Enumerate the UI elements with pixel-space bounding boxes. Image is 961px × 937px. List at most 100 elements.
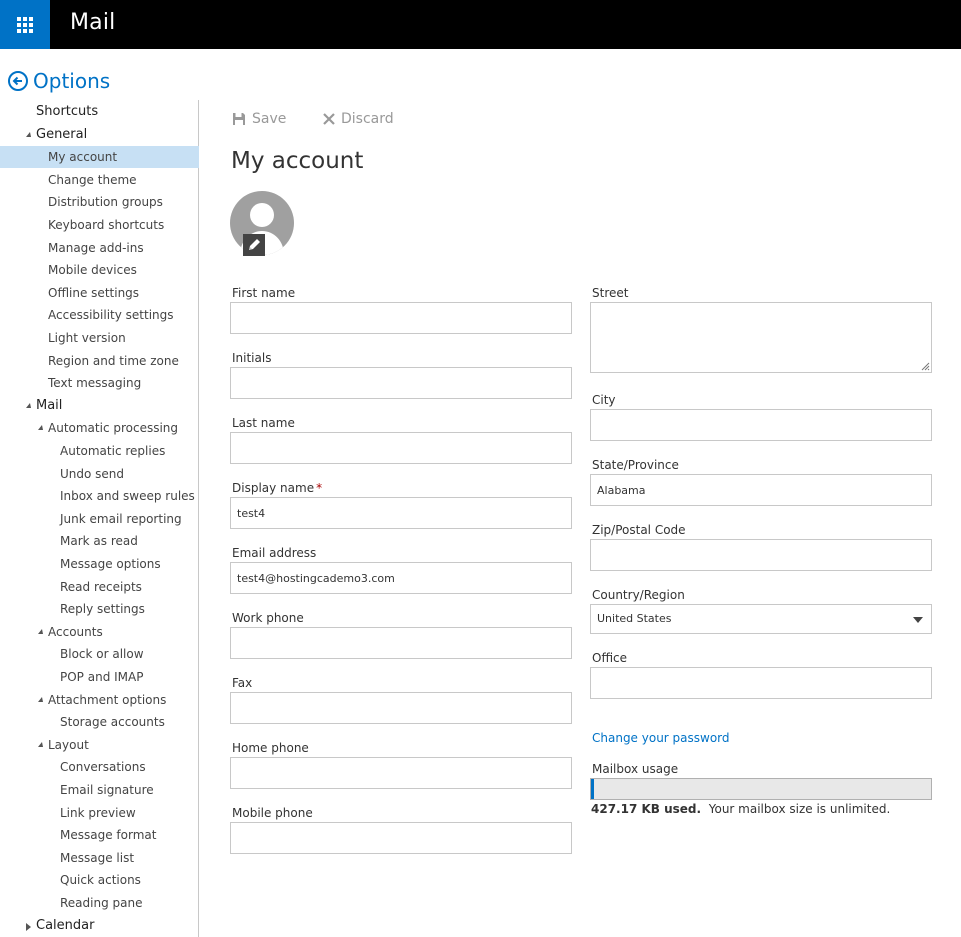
sidebar-item-label: Light version bbox=[48, 331, 126, 345]
page-title: My account bbox=[231, 148, 364, 174]
fax-input[interactable] bbox=[230, 692, 572, 724]
city-label: City bbox=[592, 393, 616, 407]
work-phone-label: Work phone bbox=[232, 611, 304, 625]
state-label: State/Province bbox=[592, 458, 679, 472]
country-label: Country/Region bbox=[592, 588, 685, 602]
save-button[interactable]: Save bbox=[232, 111, 286, 127]
street-input[interactable] bbox=[590, 302, 932, 373]
sidebar-item-mail[interactable]: Mail bbox=[0, 395, 199, 417]
sidebar-item-keyboard-shortcuts[interactable]: Keyboard shortcuts bbox=[0, 214, 199, 236]
sidebar-item-change-theme[interactable]: Change theme bbox=[0, 169, 199, 191]
initials-input[interactable] bbox=[230, 367, 572, 399]
sidebar-item-label: Reply settings bbox=[60, 602, 145, 617]
email-input[interactable] bbox=[230, 562, 572, 594]
work-phone-input[interactable] bbox=[230, 627, 572, 659]
sidebar-item-label: Automatic replies bbox=[60, 444, 166, 458]
sidebar-item-text-messaging[interactable]: Text messaging bbox=[0, 372, 199, 394]
sidebar-item-inbox-and-sweep-rules[interactable]: Inbox and sweep rules bbox=[0, 485, 199, 507]
sidebar-item-automatic-replies[interactable]: Automatic replies bbox=[0, 440, 199, 462]
mailbox-usage-label: Mailbox usage bbox=[592, 762, 679, 776]
mailbox-usage-fill bbox=[591, 779, 594, 799]
sidebar-item-label: Shortcuts bbox=[36, 104, 99, 119]
sidebar-item-shortcuts[interactable]: Shortcuts bbox=[0, 101, 199, 123]
sidebar-item-label: Layout bbox=[48, 737, 89, 752]
sidebar-item-label: Quick actions bbox=[60, 873, 141, 888]
caret-expanded-icon[interactable] bbox=[38, 425, 43, 431]
sidebar-item-junk-email-reporting[interactable]: Junk email reporting bbox=[0, 508, 199, 530]
sidebar-item-label: Email signature bbox=[60, 783, 154, 797]
state-input[interactable] bbox=[590, 474, 932, 506]
sidebar-item-general[interactable]: General bbox=[0, 124, 199, 146]
sidebar-item-message-list[interactable]: Message list bbox=[0, 847, 199, 869]
sidebar-item-offline-settings[interactable]: Offline settings bbox=[0, 282, 199, 304]
caret-expanded-icon[interactable] bbox=[26, 131, 31, 137]
email-label: Email address bbox=[232, 546, 317, 560]
sidebar-item-read-receipts[interactable]: Read receipts bbox=[0, 576, 199, 598]
caret-expanded-icon[interactable] bbox=[38, 628, 43, 634]
sidebar-item-link-preview[interactable]: Link preview bbox=[0, 802, 199, 824]
city-input[interactable] bbox=[590, 409, 932, 441]
last-name-input[interactable] bbox=[230, 432, 572, 464]
first-name-input[interactable] bbox=[230, 302, 572, 334]
sidebar-item-light-version[interactable]: Light version bbox=[0, 327, 199, 349]
display-name-input[interactable] bbox=[230, 497, 572, 529]
office-input[interactable] bbox=[590, 667, 932, 699]
sidebar-item-my-account[interactable]: My account bbox=[0, 146, 199, 169]
first-name-label: First name bbox=[232, 286, 296, 300]
sidebar-item-region-and-time-zone[interactable]: Region and time zone bbox=[0, 350, 199, 372]
sidebar-item-automatic-processing[interactable]: Automatic processing bbox=[0, 417, 199, 439]
sidebar-item-mark-as-read[interactable]: Mark as read bbox=[0, 530, 199, 552]
sidebar-item-calendar[interactable]: Calendar bbox=[0, 915, 199, 937]
country-select[interactable]: United States bbox=[590, 604, 932, 634]
sidebar-item-storage-accounts[interactable]: Storage accounts bbox=[0, 711, 199, 733]
options-back-button[interactable]: Options bbox=[8, 69, 110, 93]
sidebar-item-message-options[interactable]: Message options bbox=[0, 553, 199, 575]
discard-icon bbox=[323, 113, 335, 125]
sidebar-item-distribution-groups[interactable]: Distribution groups bbox=[0, 191, 199, 213]
save-icon bbox=[233, 113, 245, 125]
discard-label: Discard bbox=[341, 111, 394, 127]
caret-expanded-icon[interactable] bbox=[38, 696, 43, 702]
last-name-label: Last name bbox=[232, 416, 295, 430]
zip-label: Zip/Postal Code bbox=[592, 523, 686, 537]
sidebar-item-email-signature[interactable]: Email signature bbox=[0, 779, 199, 801]
sidebar-item-layout[interactable]: Layout bbox=[0, 734, 199, 756]
sidebar-item-block-or-allow[interactable]: Block or allow bbox=[0, 643, 199, 665]
mobile-phone-input[interactable] bbox=[230, 822, 572, 854]
sidebar-item-label: Message options bbox=[60, 557, 161, 571]
edit-photo-button[interactable] bbox=[243, 234, 265, 256]
sidebar-item-message-format[interactable]: Message format bbox=[0, 824, 199, 846]
sidebar-item-accounts[interactable]: Accounts bbox=[0, 621, 199, 643]
sidebar-item-reading-pane[interactable]: Reading pane bbox=[0, 892, 199, 914]
mailbox-usage-text: 427.17 KB used. Your mailbox size is unl… bbox=[591, 802, 890, 816]
sidebar-item-mobile-devices[interactable]: Mobile devices bbox=[0, 259, 199, 281]
sidebar-item-label: Message format bbox=[60, 828, 157, 843]
app-launcher-button[interactable] bbox=[0, 0, 50, 49]
sidebar-item-reply-settings[interactable]: Reply settings bbox=[0, 598, 199, 620]
options-sidebar: Shortcuts General My account Change theme Di… bbox=[0, 100, 199, 937]
back-arrow-icon bbox=[8, 71, 28, 91]
change-password-link[interactable]: Change your password bbox=[592, 731, 730, 745]
sidebar-item-pop-and-imap[interactable]: POP and IMAP bbox=[0, 666, 199, 688]
sidebar-item-manage-add-ins[interactable]: Manage add-ins bbox=[0, 237, 199, 259]
sidebar-item-label: Text messaging bbox=[48, 376, 142, 391]
sidebar-item-accessibility-settings[interactable]: Accessibility settings bbox=[0, 304, 199, 326]
sidebar-item-attachment-options[interactable]: Attachment options bbox=[0, 689, 199, 711]
sidebar-item-quick-actions[interactable]: Quick actions bbox=[0, 869, 199, 891]
pencil-icon bbox=[249, 239, 260, 250]
caret-collapsed-icon[interactable] bbox=[26, 922, 31, 931]
sidebar-item-conversations[interactable]: Conversations bbox=[0, 756, 199, 778]
sidebar-item-label: Accessibility settings bbox=[48, 308, 174, 323]
sidebar-item-label: Storage accounts bbox=[60, 715, 165, 730]
home-phone-input[interactable] bbox=[230, 757, 572, 789]
sidebar-item-label: Offline settings bbox=[48, 285, 140, 300]
app-title: Mail bbox=[70, 10, 116, 35]
discard-button[interactable]: Discard bbox=[323, 111, 394, 127]
caret-expanded-icon[interactable] bbox=[38, 741, 43, 747]
mailbox-note: Your mailbox size is unlimited. bbox=[708, 802, 891, 816]
fax-label: Fax bbox=[232, 676, 253, 690]
sidebar-item-undo-send[interactable]: Undo send bbox=[0, 463, 199, 485]
caret-expanded-icon[interactable] bbox=[26, 402, 31, 408]
sidebar-item-label: Mobile devices bbox=[48, 263, 137, 278]
zip-input[interactable] bbox=[590, 539, 932, 571]
